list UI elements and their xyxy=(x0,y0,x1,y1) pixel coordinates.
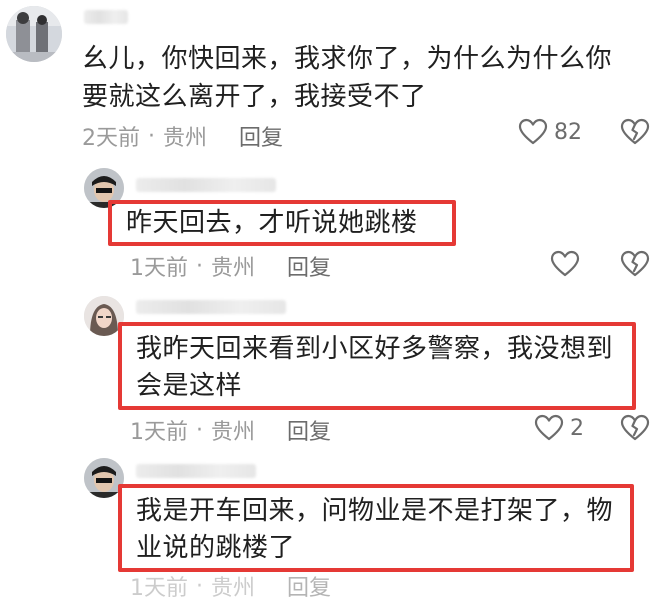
comment-meta: 1天前 · 贵州 回复 xyxy=(130,250,331,282)
comment-location: 贵州 xyxy=(163,126,208,151)
like-button[interactable] xyxy=(550,250,580,278)
comment-text-line-2: 要就这么离开了，我接受不了 xyxy=(82,82,427,112)
comment-time: 1天前 xyxy=(130,256,188,281)
reply-button[interactable]: 回复 xyxy=(287,250,331,282)
dislike-button[interactable] xyxy=(620,118,650,146)
comment-text-line-1: 昨天回去，才听说她跳楼 xyxy=(126,208,418,238)
highlight-box: 我是开车回来，问物业是不是打架了，物 业说的跳楼了 xyxy=(118,484,634,572)
broken-heart-icon xyxy=(620,414,650,441)
highlight-box: 我昨天回来看到小区好多警察，我没想到 会是这样 xyxy=(118,322,636,410)
dislike-button[interactable] xyxy=(620,250,650,278)
heart-outline-icon xyxy=(518,118,548,145)
avatar-image xyxy=(6,6,62,62)
comment-time: 2天前 xyxy=(82,126,140,151)
reply-button[interactable]: 回复 xyxy=(239,120,283,152)
like-count: 82 xyxy=(554,119,582,145)
reply-button[interactable]: 回复 xyxy=(287,414,331,446)
comment-location: 贵州 xyxy=(211,256,256,281)
comment-location: 贵州 xyxy=(211,576,256,601)
highlight-box: 昨天回去，才听说她跳楼 xyxy=(108,200,456,246)
like-count: 2 xyxy=(570,415,584,441)
comment-location: 贵州 xyxy=(211,420,256,445)
broken-heart-icon xyxy=(620,250,650,277)
heart-outline-icon xyxy=(534,414,564,441)
meta-separator: · xyxy=(148,123,155,149)
comment-text-line-1: 我是开车回来，问物业是不是打架了，物 xyxy=(136,496,614,526)
meta-separator: · xyxy=(196,417,203,443)
username-redacted xyxy=(136,178,276,192)
username-redacted xyxy=(136,300,286,314)
reply-button[interactable]: 回复 xyxy=(287,570,331,602)
like-button[interactable]: 2 xyxy=(534,414,584,442)
broken-heart-icon xyxy=(620,118,650,145)
like-button[interactable]: 82 xyxy=(518,118,582,146)
comment-time: 1天前 xyxy=(130,420,188,445)
comment-text-line-1: 幺儿，你快回来，我求你了，为什么为什么你 xyxy=(82,44,613,74)
username-redacted xyxy=(84,10,128,24)
avatar[interactable] xyxy=(6,6,62,62)
comment-meta: 1天前 · 贵州 回复 xyxy=(130,570,331,602)
comment-meta: 1天前 · 贵州 回复 xyxy=(130,414,331,446)
comment-text-line-2: 业说的跳楼了 xyxy=(136,533,296,563)
heart-outline-icon xyxy=(550,250,580,277)
username-redacted xyxy=(136,464,256,478)
dislike-button[interactable] xyxy=(620,414,650,442)
comment-text-line-1: 我昨天回来看到小区好多警察，我没想到 xyxy=(136,334,614,364)
comment-time: 1天前 xyxy=(130,576,188,601)
comment-meta: 2天前 · 贵州 回复 xyxy=(82,120,283,152)
meta-separator: · xyxy=(196,573,203,599)
comment-text-line-2: 会是这样 xyxy=(136,371,243,401)
meta-separator: · xyxy=(196,253,203,279)
